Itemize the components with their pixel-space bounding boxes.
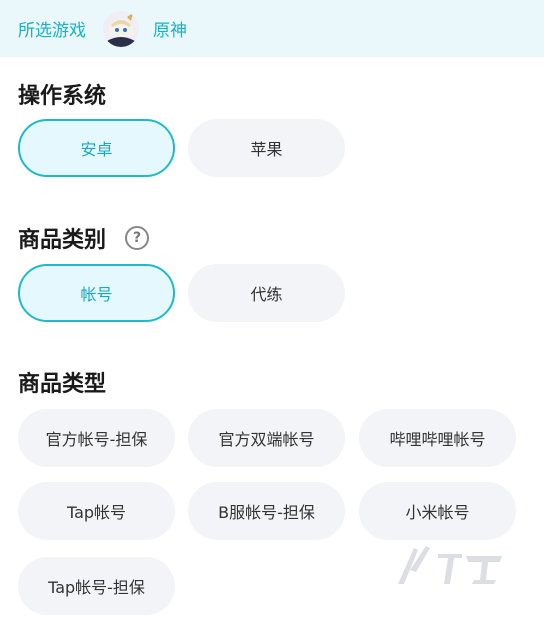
watermark-logo [392,540,512,590]
selected-game-label: 所选游戏 [18,21,86,41]
question-circle-icon[interactable]: ? [125,226,149,250]
game-avatar [103,11,139,47]
type-option[interactable]: 官方帐号-担保 [18,409,175,467]
os-option-android[interactable]: 安卓 [18,119,175,177]
category-option-account[interactable]: 帐号 [18,264,175,322]
os-option-ios[interactable]: 苹果 [188,119,345,177]
type-option-label: B服帐号-担保 [218,503,315,522]
os-section-title: 操作系统 [18,84,107,109]
os-option-label: 苹果 [250,140,283,159]
type-option-label: 哔哩哔哩帐号 [389,430,486,449]
selected-game-bar[interactable]: 所选游戏 原神 [0,0,544,57]
type-option-label: Tap帐号-担保 [48,578,145,597]
type-option[interactable]: Tap帐号-担保 [18,557,175,615]
type-option[interactable]: B服帐号-担保 [188,482,345,540]
type-section-title: 商品类型 [18,372,107,397]
type-option[interactable]: Tap帐号 [18,482,175,540]
category-option-boosting[interactable]: 代练 [188,264,345,322]
game-name: 原神 [153,21,187,41]
type-option-label: 官方双端帐号 [218,430,315,449]
type-option[interactable]: 官方双端帐号 [188,409,345,467]
category-option-label: 帐号 [80,285,113,304]
type-option-label: 小米帐号 [405,503,470,522]
type-option-label: 官方帐号-担保 [45,430,148,449]
type-option-label: Tap帐号 [66,503,127,522]
type-option[interactable]: 小米帐号 [359,482,516,540]
category-section-title: 商品类别 [18,228,107,253]
type-option[interactable]: 哔哩哔哩帐号 [359,409,516,467]
os-option-label: 安卓 [80,140,113,159]
category-option-label: 代练 [250,285,283,304]
